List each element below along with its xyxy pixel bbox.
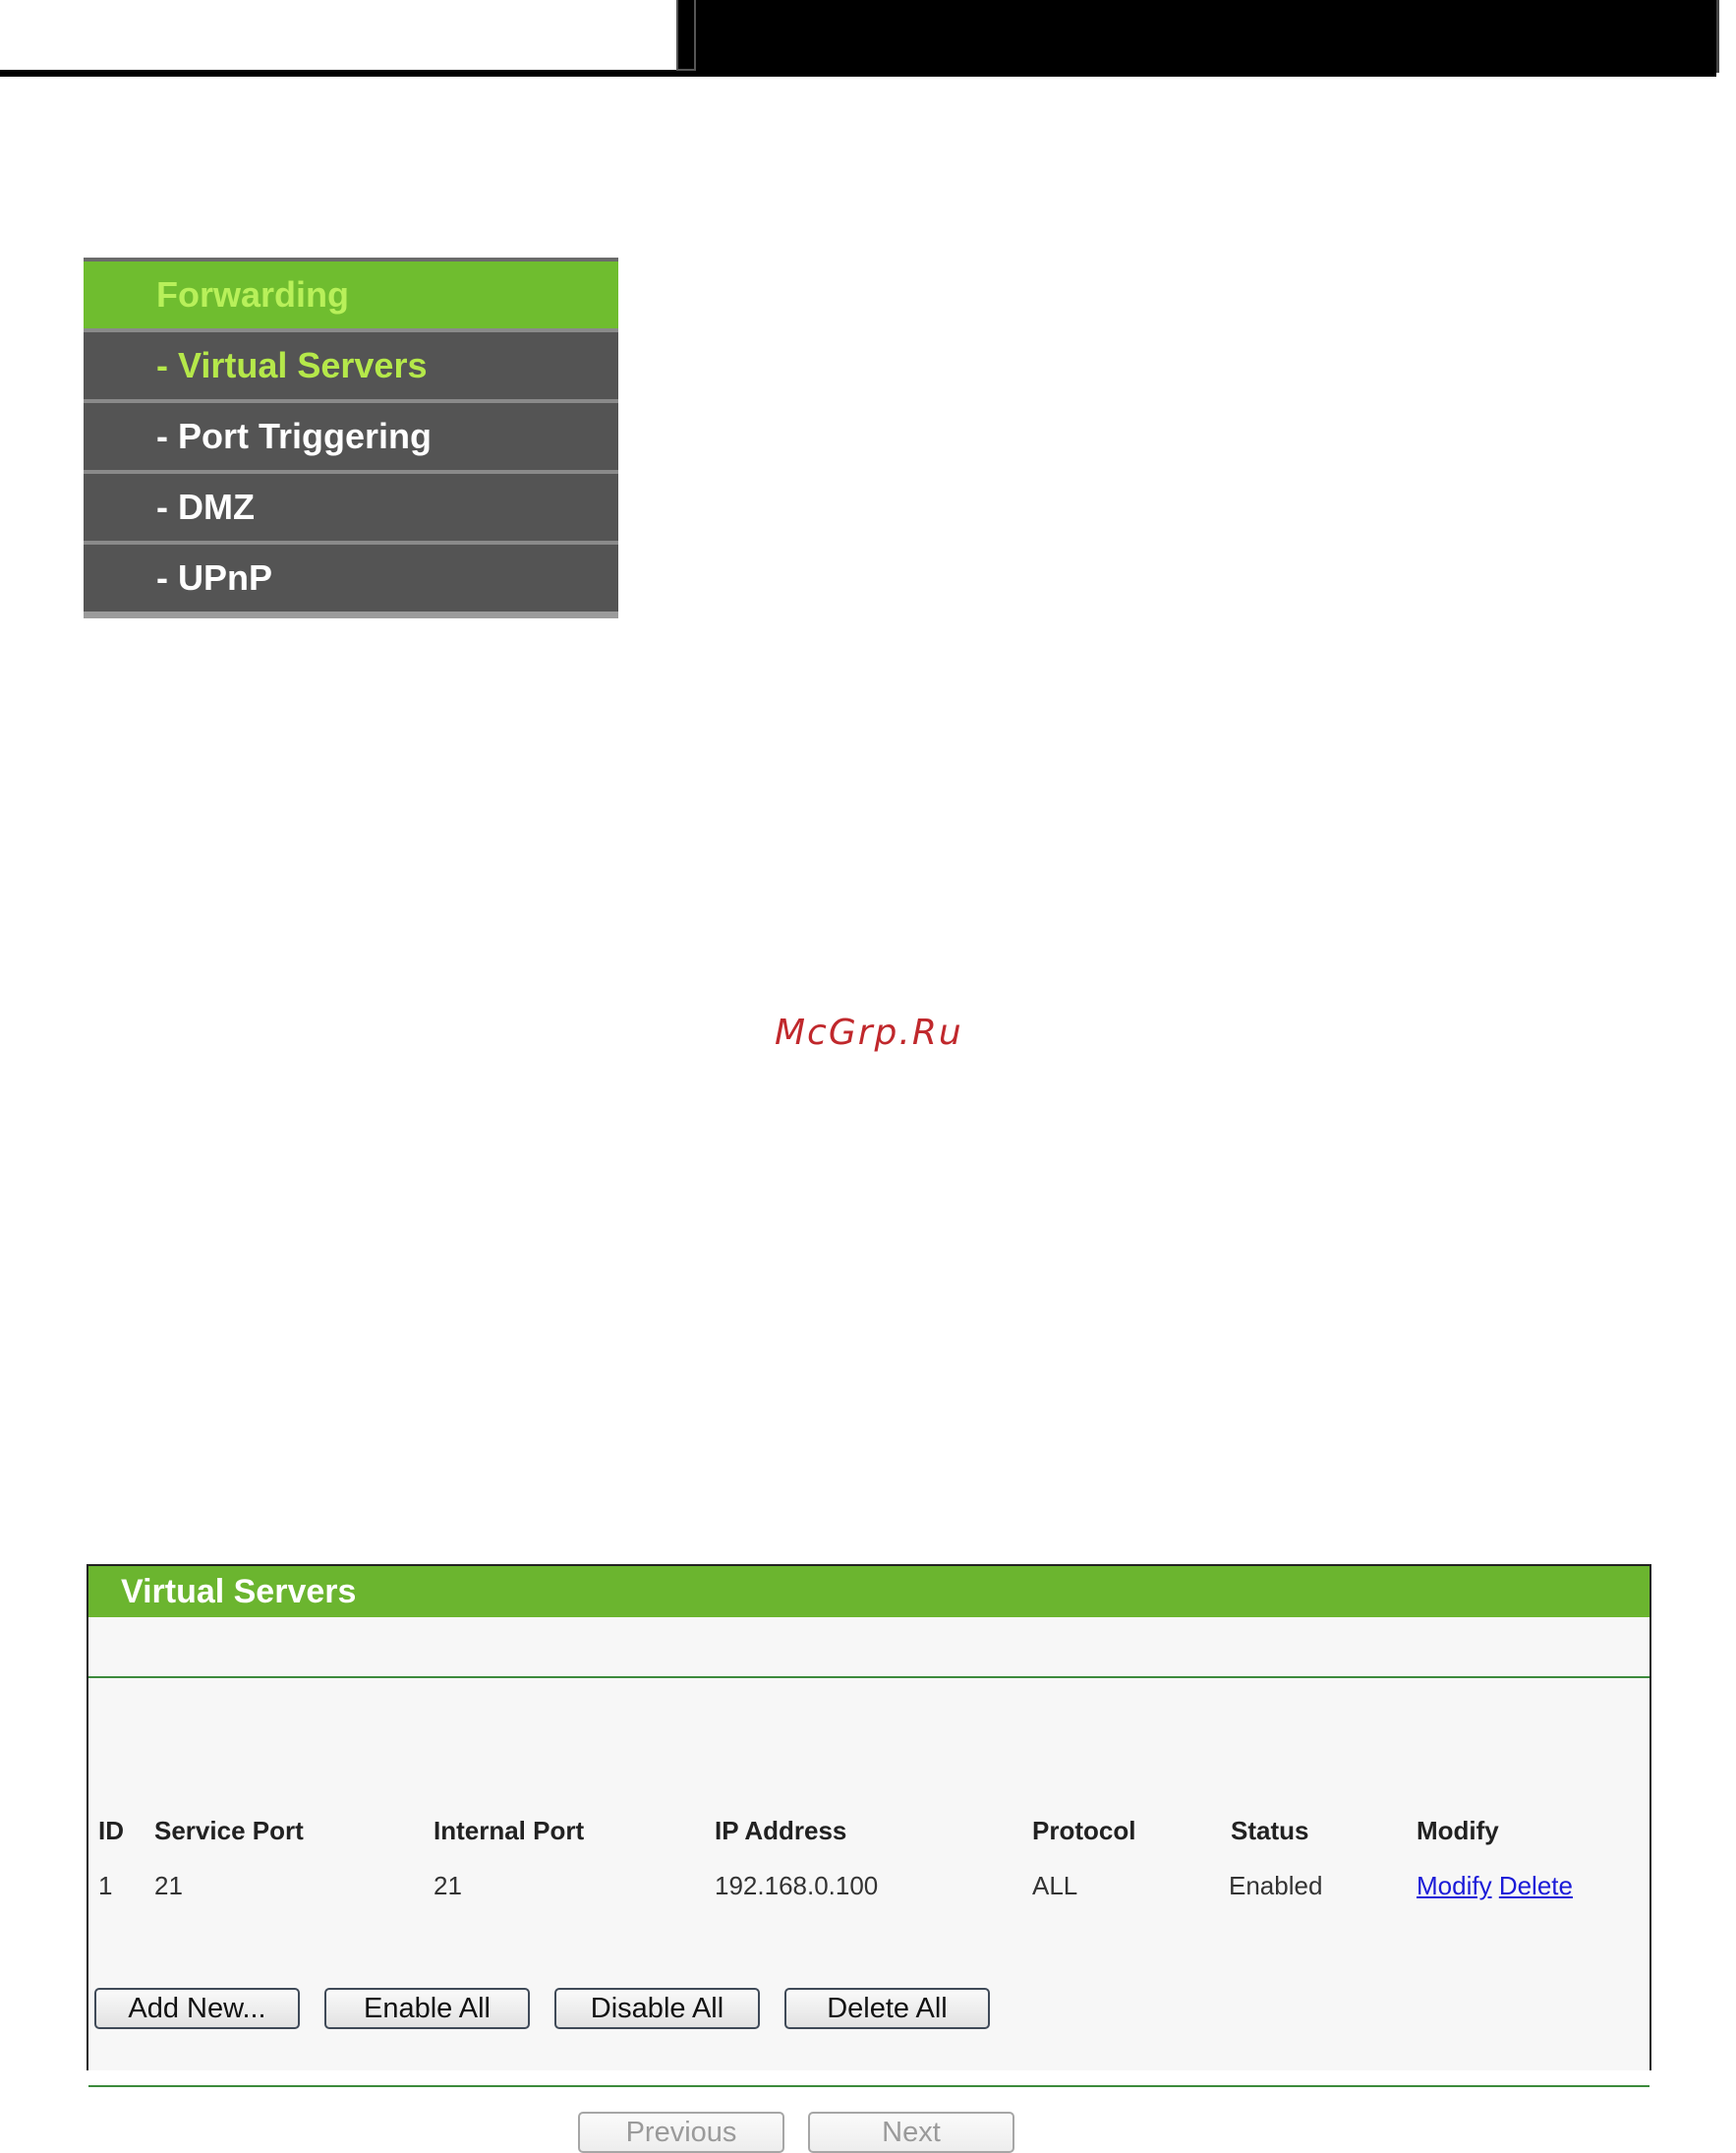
header-left-bar bbox=[0, 0, 676, 77]
menu-item-upnp[interactable]: - UPnP bbox=[84, 545, 618, 618]
panel-divider bbox=[88, 2085, 1649, 2087]
table-cell-internal-port: 21 bbox=[434, 1871, 462, 1900]
column-header-ip-address: IP Address bbox=[715, 1816, 847, 1845]
delete-all-button[interactable]: Delete All bbox=[784, 1988, 990, 2029]
menu-item-virtual-servers[interactable]: - Virtual Servers bbox=[84, 332, 618, 399]
table-cell-status: Enabled bbox=[1229, 1871, 1323, 1900]
next-button[interactable]: Next bbox=[808, 2112, 1014, 2153]
column-header-service-port: Service Port bbox=[154, 1816, 304, 1845]
header-right-stub bbox=[1716, 0, 1736, 73]
delete-link[interactable]: Delete bbox=[1499, 1871, 1573, 1900]
table-cell-ip-address: 192.168.0.100 bbox=[715, 1871, 879, 1900]
table-cell-id: 1 bbox=[98, 1871, 113, 1900]
menu-item-label: - Port Triggering bbox=[156, 416, 433, 456]
modify-link[interactable]: Modify bbox=[1417, 1871, 1492, 1900]
previous-button[interactable]: Previous bbox=[578, 2112, 784, 2153]
header-black-bar bbox=[676, 0, 1716, 77]
panel-title: Virtual Servers bbox=[88, 1566, 1649, 1617]
menu-item-dmz[interactable]: - DMZ bbox=[84, 474, 618, 541]
column-header-id: ID bbox=[98, 1816, 124, 1845]
table-cell-service-port: 21 bbox=[154, 1871, 183, 1900]
column-header-status: Status bbox=[1231, 1816, 1309, 1845]
disable-all-button[interactable]: Disable All bbox=[554, 1988, 760, 2029]
enable-all-button[interactable]: Enable All bbox=[324, 1988, 530, 2029]
forwarding-menu: Forwarding - Virtual Servers - Port Trig… bbox=[84, 258, 618, 618]
virtual-servers-panel: Virtual Servers ID Service Port Internal… bbox=[87, 1564, 1651, 2153]
menu-item-label: - UPnP bbox=[156, 557, 273, 598]
menu-item-label: - Virtual Servers bbox=[156, 345, 428, 385]
column-header-internal-port: Internal Port bbox=[434, 1816, 585, 1845]
add-new-button[interactable]: Add New... bbox=[94, 1988, 300, 2029]
column-header-protocol: Protocol bbox=[1032, 1816, 1136, 1845]
table-cell-actions: Modify Delete bbox=[1417, 1871, 1573, 1901]
panel-spacer bbox=[88, 1617, 1649, 1678]
menu-item-label: Forwarding bbox=[156, 274, 349, 315]
watermark: McGrp.Ru bbox=[775, 1013, 963, 1053]
column-header-modify: Modify bbox=[1417, 1816, 1499, 1845]
table-cell-protocol: ALL bbox=[1032, 1871, 1078, 1900]
menu-item-forwarding[interactable]: Forwarding bbox=[84, 262, 618, 328]
menu-item-port-triggering[interactable]: - Port Triggering bbox=[84, 403, 618, 470]
menu-item-label: - DMZ bbox=[156, 487, 255, 527]
